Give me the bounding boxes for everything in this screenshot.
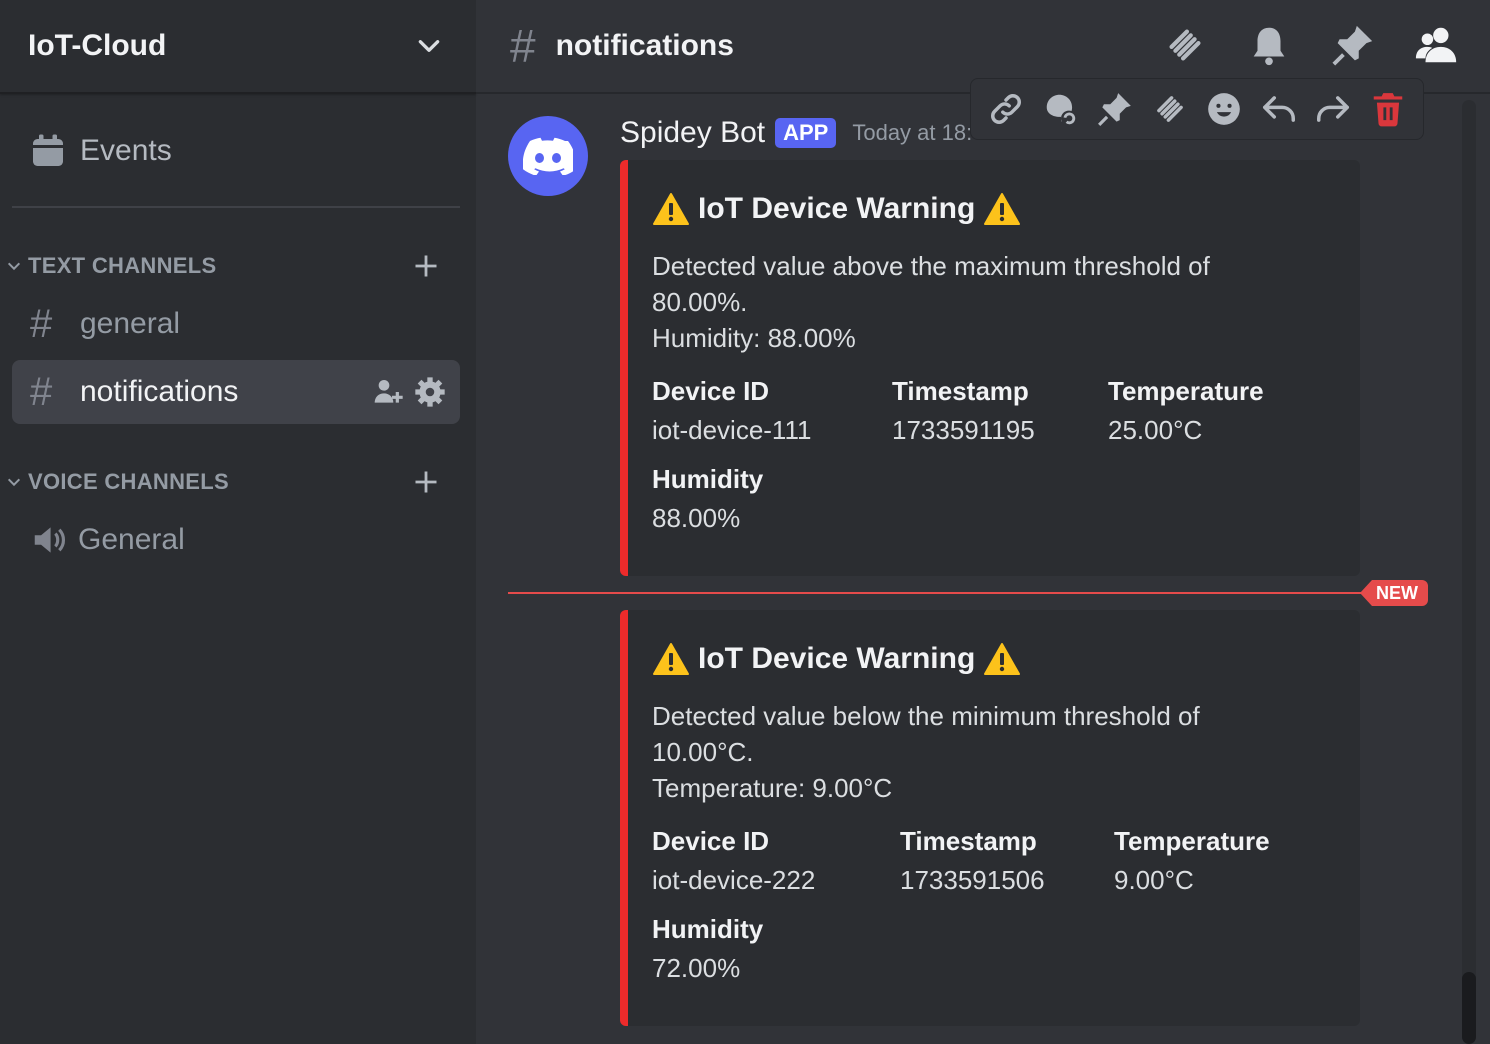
hash-icon: # bbox=[510, 20, 536, 72]
hash-icon: # bbox=[30, 370, 53, 414]
add-channel-icon[interactable] bbox=[412, 468, 440, 496]
scrollbar-thumb[interactable] bbox=[1462, 972, 1476, 1044]
field-value: 9.00°C bbox=[1114, 865, 1194, 895]
pin-icon[interactable] bbox=[1330, 22, 1376, 68]
chevron-down-icon bbox=[418, 40, 440, 52]
member-list-icon[interactable] bbox=[1414, 22, 1460, 68]
new-badge: NEW bbox=[1360, 580, 1428, 606]
add-channel-icon[interactable] bbox=[412, 252, 440, 280]
gear-icon[interactable] bbox=[414, 376, 446, 408]
discord-logo-icon bbox=[523, 137, 573, 175]
field-timestamp: Timestamp 1733591195 bbox=[892, 376, 1108, 446]
threads-icon[interactable] bbox=[1162, 22, 1208, 68]
field-name: Device ID bbox=[652, 376, 770, 406]
events-item[interactable]: Events bbox=[0, 116, 476, 186]
channel-label: General bbox=[78, 523, 185, 556]
message-timestamp[interactable]: Today at 18: bbox=[852, 120, 972, 146]
field-value: 1733591195 bbox=[892, 415, 1035, 445]
embed-title-row: IoT Device Warning bbox=[652, 642, 1336, 676]
warning-embed: IoT Device Warning Detected value below … bbox=[620, 610, 1360, 1026]
description-line: Detected value above the maximum thresho… bbox=[652, 251, 1210, 317]
field-timestamp: Timestamp 1733591506 bbox=[900, 826, 1114, 896]
server-header[interactable]: IoT-Cloud bbox=[0, 0, 476, 94]
delete-icon[interactable] bbox=[1369, 90, 1407, 128]
channel-title: notifications bbox=[555, 29, 734, 62]
app-badge: APP bbox=[775, 118, 837, 148]
category-voice-channels[interactable]: VOICE CHANNELS bbox=[0, 462, 476, 502]
field-value: 72.00% bbox=[652, 953, 741, 983]
forward-icon[interactable] bbox=[1314, 90, 1352, 128]
field-humidity: Humidity 72.00% bbox=[652, 914, 900, 984]
description-line: Detected value below the minimum thresho… bbox=[652, 701, 1200, 767]
emoji-reaction-icon[interactable] bbox=[1205, 90, 1243, 128]
server-name: IoT-Cloud bbox=[28, 29, 167, 62]
field-name: Temperature bbox=[1114, 826, 1270, 856]
embed-fields: Device ID iot-device-111 Timestamp 17335… bbox=[652, 376, 1336, 534]
warning-icon bbox=[984, 193, 1021, 225]
field-value: iot-device-111 bbox=[652, 415, 812, 445]
field-temperature: Temperature 9.00°C bbox=[1114, 826, 1314, 896]
threads-icon[interactable] bbox=[1151, 90, 1189, 128]
field-value: iot-device-222 bbox=[652, 865, 816, 895]
warning-icon bbox=[653, 193, 689, 225]
warning-embed: IoT Device Warning Detected value above … bbox=[620, 160, 1360, 576]
calendar-icon bbox=[33, 134, 63, 166]
description-line: Temperature: 9.00°C bbox=[652, 773, 893, 803]
scrollbar-track[interactable] bbox=[1462, 100, 1476, 1040]
bell-icon[interactable] bbox=[1246, 22, 1292, 68]
speaker-icon bbox=[34, 527, 66, 553]
category-label: VOICE CHANNELS bbox=[28, 469, 229, 494]
sidebar-item-notifications[interactable]: # notifications bbox=[12, 360, 460, 424]
field-name: Timestamp bbox=[900, 826, 1037, 856]
field-device-id: Device ID iot-device-222 bbox=[652, 826, 900, 896]
thread-reply-icon[interactable] bbox=[1042, 90, 1080, 128]
field-humidity: Humidity 88.00% bbox=[652, 464, 892, 534]
sidebar-divider bbox=[12, 206, 460, 208]
field-name: Temperature bbox=[1108, 376, 1264, 406]
hash-icon: # bbox=[30, 302, 53, 346]
category-label: TEXT CHANNELS bbox=[28, 253, 217, 278]
message-header: Spidey Bot APP Today at 18: bbox=[620, 116, 972, 150]
embed-title: IoT Device Warning bbox=[698, 192, 976, 225]
invite-icon[interactable] bbox=[372, 376, 404, 408]
category-text-channels[interactable]: TEXT CHANNELS bbox=[0, 246, 476, 286]
field-value: 88.00% bbox=[652, 503, 741, 533]
embed-description: Detected value above the maximum thresho… bbox=[652, 248, 1252, 356]
channel-sidebar: IoT-Cloud Events TEXT CHANNELS # general… bbox=[0, 0, 476, 1044]
channel-label: general bbox=[80, 307, 181, 340]
message-area: Spidey Bot APP Today at 18: IoT Device W… bbox=[476, 78, 1490, 1044]
chevron-down-icon bbox=[7, 262, 21, 271]
sidebar-item-voice-general[interactable]: General bbox=[12, 508, 460, 572]
field-name: Timestamp bbox=[892, 376, 1029, 406]
sidebar-item-general[interactable]: # general bbox=[12, 292, 460, 356]
author-name[interactable]: Spidey Bot bbox=[620, 116, 765, 150]
field-value: 1733591506 bbox=[900, 865, 1045, 895]
field-temperature: Temperature 25.00°C bbox=[1108, 376, 1308, 446]
field-name: Humidity bbox=[652, 464, 764, 494]
description-line: Humidity: 88.00% bbox=[652, 323, 856, 353]
message-actions-bar bbox=[970, 78, 1424, 140]
field-device-id: Device ID iot-device-111 bbox=[652, 376, 892, 446]
link-icon[interactable] bbox=[987, 90, 1025, 128]
field-value: 25.00°C bbox=[1108, 415, 1203, 445]
warning-icon bbox=[653, 643, 689, 675]
field-name: Device ID bbox=[652, 826, 770, 856]
warning-icon bbox=[984, 643, 1021, 675]
events-label: Events bbox=[80, 134, 172, 167]
embed-title: IoT Device Warning bbox=[698, 642, 976, 675]
embed-description: Detected value below the minimum thresho… bbox=[652, 698, 1252, 806]
new-messages-divider bbox=[508, 592, 1364, 594]
avatar[interactable] bbox=[508, 116, 588, 196]
pin-icon[interactable] bbox=[1096, 90, 1134, 128]
reply-icon[interactable] bbox=[1260, 90, 1298, 128]
embed-title-row: IoT Device Warning bbox=[652, 192, 1336, 226]
embed-fields: Device ID iot-device-222 Timestamp 17335… bbox=[652, 826, 1336, 984]
field-name: Humidity bbox=[652, 914, 764, 944]
chevron-down-icon bbox=[7, 478, 21, 487]
channel-label: notifications bbox=[80, 375, 239, 408]
